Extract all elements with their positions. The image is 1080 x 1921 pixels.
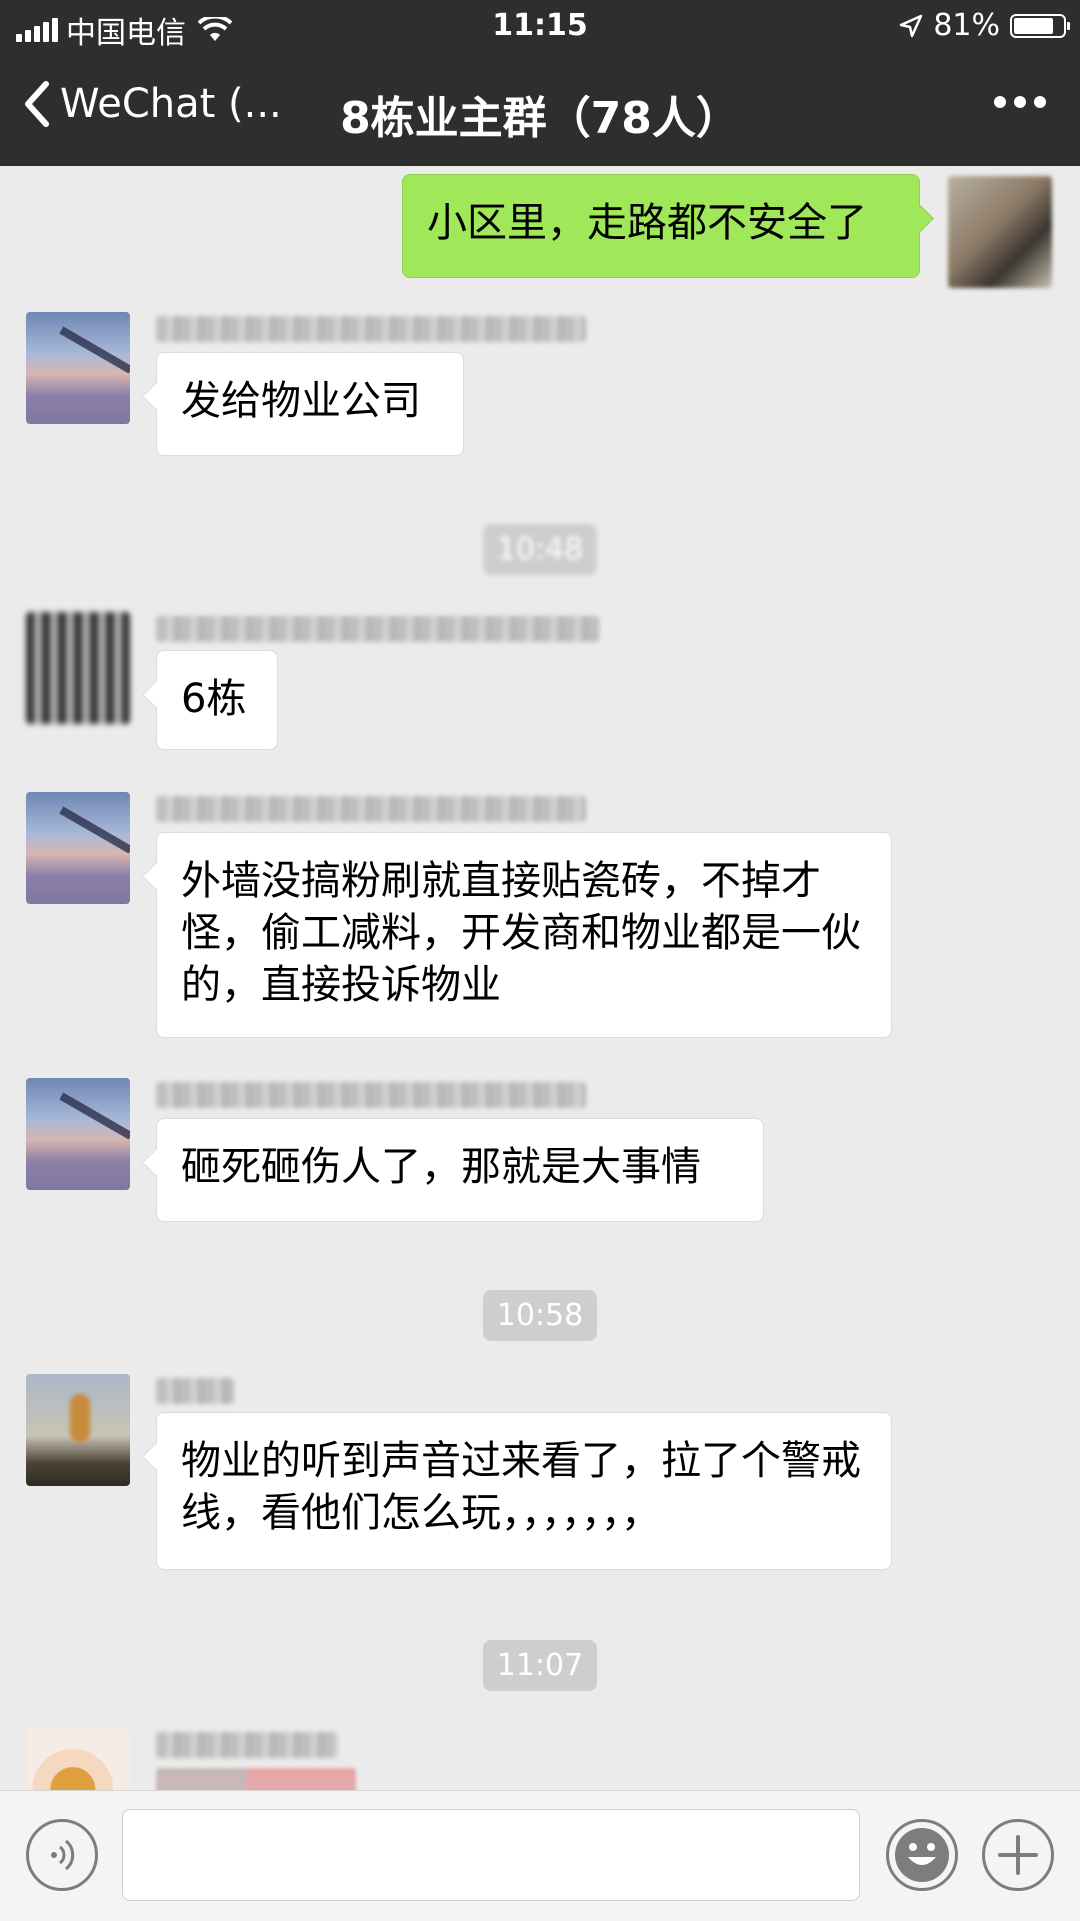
voice-button[interactable]	[26, 1819, 98, 1891]
plus-icon	[998, 1835, 1038, 1875]
message-bubble-partial[interactable]	[156, 1768, 356, 1790]
emoji-icon	[895, 1828, 949, 1882]
avatar[interactable]	[948, 176, 1052, 288]
message-row	[0, 1728, 1080, 1790]
message-row: 外墙没搞粉刷就直接贴瓷砖，不掉才怪，偷工减料，开发商和物业都是一伙的，直接投诉物…	[0, 792, 1080, 1042]
status-right: 81%	[899, 8, 1070, 43]
timestamp: 11:07	[0, 1640, 1080, 1691]
emoji-button[interactable]	[886, 1819, 958, 1891]
sender-name	[156, 1082, 586, 1108]
chat-header: WeChat (... 8栋业主群（78人）	[0, 54, 1080, 166]
sender-name	[156, 796, 586, 822]
message-row: 发给物业公司	[0, 312, 1080, 482]
message-row: 小区里，走路都不安全了	[0, 166, 1080, 288]
message-bubble[interactable]: 发给物业公司	[156, 352, 464, 456]
message-bubble[interactable]: 物业的听到声音过来看了，拉了个警戒线，看他们怎么玩，，，，，，，	[156, 1412, 892, 1570]
timestamp: 10:58	[0, 1290, 1080, 1341]
avatar[interactable]	[26, 312, 130, 424]
timestamp: 10:48	[0, 524, 1080, 575]
message-bubble[interactable]: 小区里，走路都不安全了	[402, 174, 920, 278]
sender-name	[156, 1732, 338, 1758]
sender-name	[156, 616, 600, 642]
voice-icon	[51, 1839, 75, 1871]
message-row: 砸死砸伤人了，那就是大事情	[0, 1078, 1080, 1238]
message-list[interactable]: 小区里，走路都不安全了 发给物业公司 10:48 6栋 外墙没搞粉刷就直接贴瓷砖…	[0, 166, 1080, 1790]
battery-percent: 81%	[933, 8, 1000, 43]
avatar[interactable]	[26, 1078, 130, 1190]
avatar[interactable]	[26, 1374, 130, 1486]
sender-name	[156, 316, 586, 342]
chat-title: 8栋业主群（78人）	[340, 93, 740, 144]
add-button[interactable]	[982, 1819, 1054, 1891]
input-bar	[0, 1790, 1080, 1921]
message-bubble[interactable]: 砸死砸伤人了，那就是大事情	[156, 1118, 764, 1222]
message-bubble[interactable]: 外墙没搞粉刷就直接贴瓷砖，不掉才怪，偷工减料，开发商和物业都是一伙的，直接投诉物…	[156, 832, 892, 1038]
avatar[interactable]	[26, 612, 130, 724]
avatar[interactable]	[26, 1728, 130, 1790]
more-dots-icon[interactable]	[994, 96, 1046, 108]
message-bubble[interactable]: 6栋	[156, 650, 278, 750]
avatar[interactable]	[26, 792, 130, 904]
status-bar: 中国电信 11:15 81%	[0, 0, 1080, 54]
message-input[interactable]	[122, 1809, 860, 1901]
sender-name	[156, 1378, 234, 1404]
message-row: 6栋	[0, 612, 1080, 772]
message-row: 物业的听到声音过来看了，拉了个警戒线，看他们怎么玩，，，，，，，	[0, 1374, 1080, 1594]
battery-icon	[1010, 13, 1070, 38]
location-arrow-icon	[900, 14, 923, 37]
